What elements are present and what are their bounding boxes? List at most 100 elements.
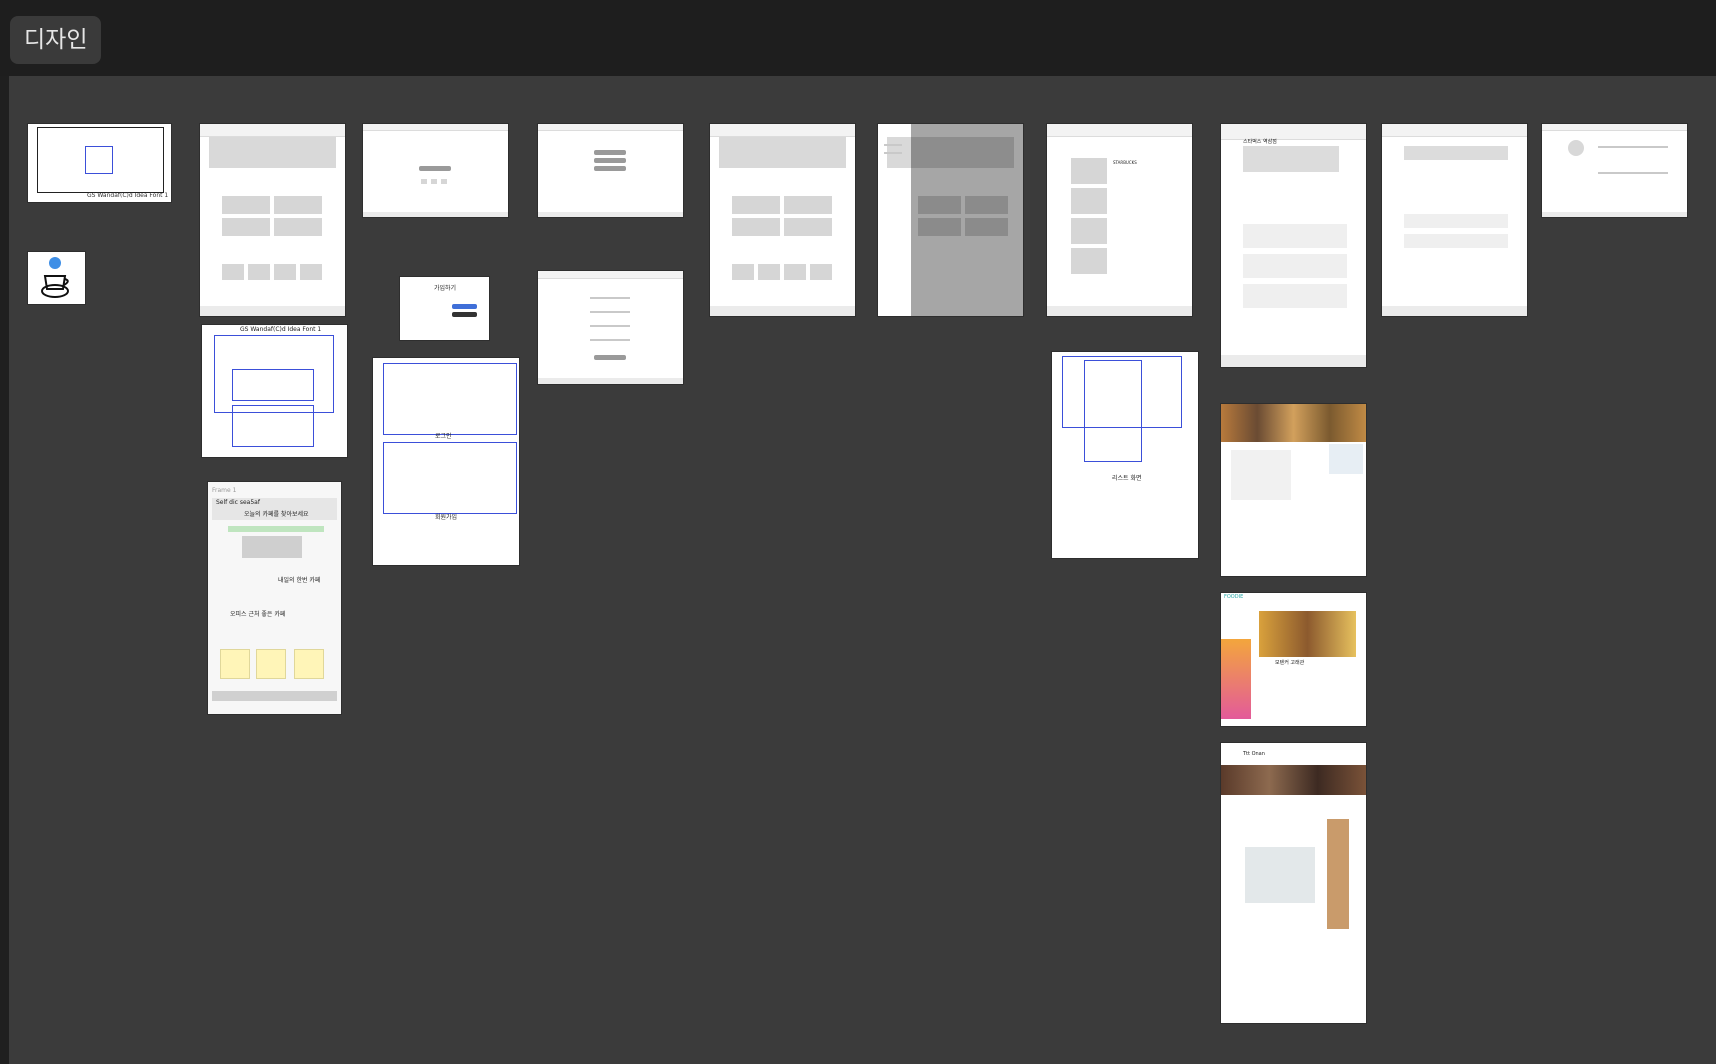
frame-cup-icon[interactable] [28, 252, 85, 304]
signup-button-2 [452, 312, 477, 317]
profile-field-1 [1598, 146, 1668, 148]
sketch-box-3 [232, 405, 314, 447]
frame-reference-1[interactable] [1221, 404, 1366, 576]
dim-overlay [911, 124, 1023, 316]
field-2 [590, 311, 630, 313]
frame-form-wireframe[interactable] [538, 271, 683, 384]
frame-header [1047, 124, 1192, 137]
frame-logo-card[interactable]: GS Wandaf(C)d Idea Font 1 [28, 124, 171, 202]
frame-header [1382, 124, 1527, 137]
frame-header [538, 124, 683, 131]
signup-title: 가입하기 [434, 285, 457, 292]
sketch-list-box [1084, 360, 1142, 462]
hero-banner [718, 137, 847, 169]
frame-sketch-list[interactable]: 리스트 화면 [1052, 352, 1198, 558]
comment-1 [1404, 214, 1508, 228]
frame-reference-3[interactable]: Ttt Onan [1221, 743, 1366, 1023]
frame-header [710, 124, 855, 137]
coffee-cup-icon [41, 257, 69, 298]
sketch-frame-row2: 오피스 근처 좋은 카페 [230, 611, 286, 618]
sticky-note-3 [294, 649, 324, 679]
frame-footer [1382, 306, 1527, 316]
food-photo-strip [1221, 404, 1366, 442]
frame-footer [538, 212, 683, 217]
sketch-label-login: 로그인 [435, 433, 452, 440]
card-grid [222, 196, 322, 236]
carousel [242, 536, 302, 558]
option-row-3 [594, 166, 626, 171]
submit-button [594, 355, 626, 360]
frame-sketch-login[interactable]: 로그인 회원가입 [373, 358, 519, 565]
frame-menu-wireframe[interactable] [538, 124, 683, 217]
frame-footer [1221, 354, 1366, 367]
ref2-logo: FOODIE [1224, 594, 1244, 600]
frame-profile-wireframe[interactable] [1542, 124, 1687, 217]
review-2 [1243, 254, 1347, 278]
ref3-brand: Ttt Onan [1243, 751, 1265, 757]
sketch-frame-title: Frame 1 [212, 487, 237, 494]
sketch-label-signup: 회원가입 [435, 514, 458, 521]
frame-signup-modal[interactable]: 가입하기 [400, 277, 489, 340]
option-row-1 [594, 150, 626, 155]
frame-a-label: GS Wandaf(C)d Idea Font 1 [87, 192, 169, 199]
side-map [1329, 444, 1363, 474]
frame-list-wireframe[interactable]: STARBUCKS [1047, 124, 1192, 316]
detail-title: 스타벅스 역삼점 [1243, 139, 1277, 145]
top-bar: 디자인 [0, 0, 1716, 76]
frame-reference-2[interactable]: FOODIE 모텐커 고래관 [1221, 593, 1366, 726]
map-area [1243, 146, 1339, 172]
frame-footer [363, 212, 508, 217]
option-row-2 [594, 158, 626, 163]
field-1 [590, 297, 630, 299]
drawer-item-2 [884, 152, 902, 154]
sketch-box-2 [232, 369, 314, 401]
frame-login-wireframe[interactable] [363, 124, 508, 217]
field-4 [590, 339, 630, 341]
comment-2 [1404, 234, 1508, 248]
frame-footer [1047, 306, 1192, 316]
sketch-signup-box [383, 442, 517, 514]
frame-footer [710, 306, 855, 316]
list-brand-label: STARBUCKS [1113, 160, 1137, 165]
frame-home-drawer[interactable] [878, 124, 1023, 316]
review-3 [1243, 284, 1347, 308]
frame-detail-wireframe[interactable]: 스타벅스 역삼점 [1221, 124, 1366, 367]
avatar [1568, 140, 1584, 156]
frame-review-wireframe[interactable] [1382, 124, 1527, 316]
side-thumbs [1327, 819, 1349, 929]
frame-header [538, 271, 683, 279]
sketch-frame-line1: Self dic sea5af [216, 499, 260, 506]
frame-sketch-home[interactable]: GS Wandaf(C)d Idea Font 1 [202, 325, 347, 457]
login-button [419, 166, 451, 171]
sketch-cup-box [85, 146, 113, 174]
sticky-note-1 [220, 649, 250, 679]
frame-footer [200, 306, 345, 316]
hero-banner [208, 137, 337, 169]
frame-header [200, 124, 345, 137]
list-thumbnails [1071, 158, 1107, 274]
card-grid-bottom [222, 264, 322, 280]
frame-home-wireframe-2[interactable] [710, 124, 855, 316]
sketch-frame-row1: 내일의 한번 카페 [278, 577, 321, 584]
frame-footer [538, 378, 683, 384]
sketch-login-box [383, 363, 517, 435]
frame-home-wireframe[interactable] [200, 124, 345, 316]
section-title[interactable]: 디자인 [10, 16, 102, 64]
frame-header [1542, 124, 1687, 131]
profile-field-2 [1598, 172, 1668, 174]
ref2-name: 모텐커 고래관 [1275, 660, 1305, 666]
signup-button-1 [452, 304, 477, 309]
sketch-title: GS Wandaf(C)d Idea Font 1 [240, 326, 322, 333]
field-3 [590, 325, 630, 327]
food-photo [1259, 611, 1356, 657]
dot-row [228, 526, 324, 532]
sketch-frame-line2: 오늘의 카페를 찾아보세요 [244, 511, 309, 518]
sticky-note-2 [256, 649, 286, 679]
frame-footer [1542, 212, 1687, 217]
info-block [1231, 450, 1291, 500]
social-buttons [421, 179, 447, 184]
design-canvas[interactable]: GS Wandaf(C)d Idea Font 1 GS Wandaf(C)d … [9, 76, 1716, 1064]
frame-sketch-mobile[interactable]: Frame 1 Self dic sea5af 오늘의 카페를 찾아보세요 내일… [208, 482, 341, 714]
frame-header [363, 124, 508, 131]
map-area [1245, 847, 1315, 903]
